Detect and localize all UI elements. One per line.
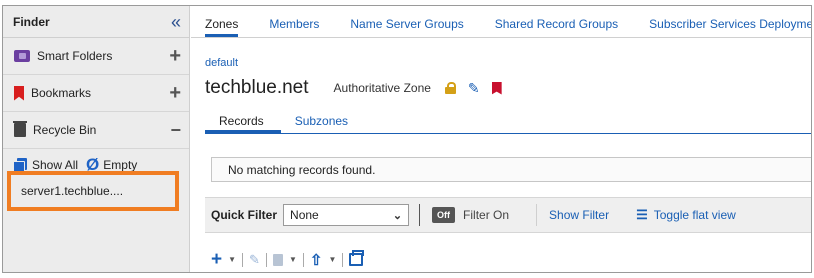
lock-icon xyxy=(444,82,456,94)
divider xyxy=(342,252,344,267)
empty-link[interactable]: Empty xyxy=(103,158,137,172)
toggle-flat-view-link[interactable]: Toggle flat view xyxy=(654,208,736,222)
divider xyxy=(265,252,267,267)
add-smart-folder-icon[interactable]: + xyxy=(169,46,181,66)
divider xyxy=(302,252,304,267)
sidebar-item-label: Smart Folders xyxy=(37,49,113,63)
zone-type: Authoritative Zone xyxy=(333,81,431,95)
divider xyxy=(419,204,421,226)
add-bookmark-icon[interactable]: + xyxy=(169,83,181,103)
print-icon[interactable] xyxy=(349,250,365,266)
tab-shared-record-groups[interactable]: Shared Record Groups xyxy=(495,17,618,37)
collapse-sidebar-icon[interactable]: « xyxy=(171,13,181,31)
flat-view-icon[interactable]: ☰ xyxy=(636,207,648,223)
recycle-bin-server-item[interactable]: server1.techblue.... xyxy=(7,171,179,211)
divider xyxy=(536,204,538,226)
empty-records-message: No matching records found. xyxy=(211,157,811,182)
main-panel: Zones Members Name Server Groups Shared … xyxy=(191,6,811,272)
show-all-row: Show All Ø Empty xyxy=(3,149,189,174)
add-bookmark-icon[interactable] xyxy=(491,81,502,95)
tab-records[interactable]: Records xyxy=(205,110,281,133)
sub-tab-bar: Records Subzones xyxy=(205,110,811,134)
sidebar-item-bookmarks[interactable]: Bookmarks + xyxy=(3,75,189,112)
filter-on-label: Filter On xyxy=(463,208,510,222)
divider xyxy=(242,252,244,267)
caret-down-icon[interactable]: ▼ xyxy=(228,255,236,264)
recycle-bin-icon xyxy=(13,121,27,137)
tab-members[interactable]: Members xyxy=(269,17,319,37)
trash-icon[interactable] xyxy=(272,253,283,266)
sidebar-item-smart-folders[interactable]: Smart Folders + xyxy=(3,38,189,75)
collapse-recycle-bin-icon[interactable]: − xyxy=(170,121,181,139)
show-filter-link[interactable]: Show Filter xyxy=(549,208,609,222)
pencil-icon[interactable]: ✎ xyxy=(468,80,480,97)
caret-down-icon[interactable]: ▼ xyxy=(289,255,297,264)
finder-sidebar: Finder « Smart Folders + Bookmarks + Rec… xyxy=(3,6,190,272)
top-tab-bar: Zones Members Name Server Groups Shared … xyxy=(191,6,811,38)
tab-subzones[interactable]: Subzones xyxy=(281,110,362,133)
bookmark-icon xyxy=(14,85,24,101)
filter-toggle[interactable]: Off xyxy=(432,207,456,223)
sidebar-item-label: Recycle Bin xyxy=(33,123,97,137)
tab-zones[interactable]: Zones xyxy=(205,17,239,37)
sidebar-item-recycle-bin[interactable]: Recycle Bin − xyxy=(3,112,189,149)
show-all-link[interactable]: Show All xyxy=(32,158,78,172)
finder-title: Finder xyxy=(13,14,50,29)
edit-icon[interactable]: ✎ xyxy=(249,252,260,268)
quick-filter-label: Quick Filter xyxy=(211,208,278,222)
show-all-icon[interactable] xyxy=(13,157,28,174)
app-frame: Finder « Smart Folders + Bookmarks + Rec… xyxy=(2,5,812,273)
zone-header: techblue.net Authoritative Zone ✎ xyxy=(205,77,502,99)
caret-down-icon[interactable]: ▼ xyxy=(328,255,336,264)
smart-folder-icon xyxy=(14,50,30,62)
add-icon[interactable]: + xyxy=(211,250,222,269)
quick-filter-select[interactable]: None ⌄ xyxy=(283,204,410,226)
sidebar-item-label: Bookmarks xyxy=(31,86,92,100)
breadcrumb[interactable]: default xyxy=(205,57,238,69)
tab-subscriber-services-deployment[interactable]: Subscriber Services Deployment xyxy=(649,17,811,37)
chevron-down-icon: ⌄ xyxy=(392,209,403,222)
export-icon[interactable]: ⇧ xyxy=(310,251,323,269)
filter-bar: Quick Filter None ⌄ Off Filter On Show F… xyxy=(205,197,811,233)
zone-name: techblue.net xyxy=(205,77,309,98)
records-toolbar: + ▼ ✎ ▼ ⇧ ▼ xyxy=(211,250,365,269)
tab-name-server-groups[interactable]: Name Server Groups xyxy=(350,17,463,37)
quick-filter-value: None xyxy=(290,208,319,222)
finder-header: Finder « xyxy=(3,6,189,38)
